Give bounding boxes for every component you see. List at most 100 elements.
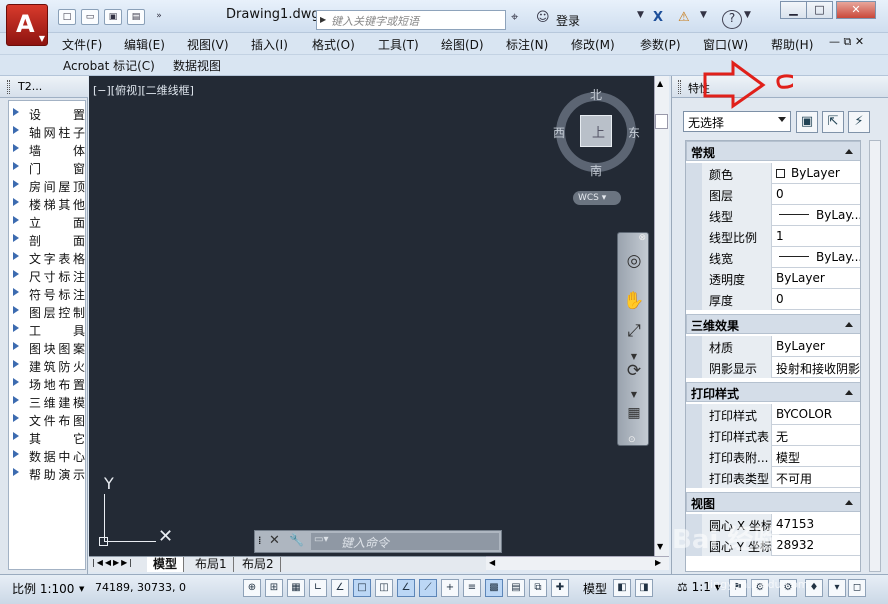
exchange-icon[interactable]: X — [653, 10, 663, 28]
model-space-toggle[interactable]: 模型 — [583, 580, 607, 597]
property-row[interactable]: 透明度 ByLayer — [702, 268, 860, 289]
quick-select-icon[interactable]: ⚡ — [848, 111, 870, 133]
menu-format[interactable]: 格式(O) — [312, 36, 355, 53]
dynamic-ucs-icon[interactable]: ⟋ — [419, 579, 437, 597]
annotation-scale[interactable]: 比例 1:100 — [12, 580, 74, 597]
grid-display-icon[interactable]: ▦ — [287, 579, 305, 597]
vertical-scrollbar[interactable]: ▲ ▼ — [654, 76, 669, 556]
annotation-monitor-icon[interactable]: ✚ — [551, 579, 569, 597]
dynamic-input-icon[interactable]: + — [441, 579, 459, 597]
selection-dropdown[interactable]: 无选择 — [683, 111, 791, 132]
palette-item[interactable]: 帮助演示 — [9, 465, 85, 483]
menu-window[interactable]: 窗口(W) — [703, 36, 748, 53]
scroll-left-icon[interactable]: ◀ — [489, 558, 495, 567]
menu-parametric[interactable]: 参数(P) — [640, 36, 681, 53]
properties-scrollbar[interactable] — [869, 140, 881, 572]
command-input[interactable]: ▭▾ 键入命令 — [311, 533, 499, 550]
menu-tools[interactable]: 工具(T) — [378, 36, 419, 53]
open-icon[interactable]: ▭ — [81, 9, 99, 25]
palette-item[interactable]: 符号标注 — [9, 285, 85, 303]
menu-modify[interactable]: 修改(M) — [571, 36, 615, 53]
property-row[interactable]: 阴影显示 投射和接收阴影 — [702, 357, 860, 378]
showmotion-icon[interactable]: ▦ — [622, 401, 646, 425]
select-objects-icon[interactable]: ⇱ — [822, 111, 844, 133]
palette-item[interactable]: 场地布置 — [9, 375, 85, 393]
minimize-button[interactable]: ▁ — [780, 1, 807, 19]
property-value[interactable]: 投射和接收阴影 — [773, 357, 860, 378]
property-value[interactable]: ByLay... — [773, 205, 860, 226]
palette-header[interactable]: T2... — [0, 76, 88, 98]
scroll-down-icon[interactable]: ▼ — [657, 542, 663, 551]
palette-item[interactable]: 数据中心 — [9, 447, 85, 465]
property-row[interactable]: 线型比例 1 — [702, 226, 860, 247]
quick-view-drawings-icon[interactable]: ◨ — [635, 579, 653, 597]
wcs-menu[interactable]: WCS ▾ — [573, 191, 621, 205]
lock-icon[interactable]: ⚠ — [678, 10, 690, 28]
property-section[interactable]: 常规 — [686, 141, 860, 161]
compass-east[interactable]: 东 — [628, 124, 640, 141]
property-value[interactable]: 1 — [773, 226, 860, 247]
property-value[interactable]: 0 — [773, 184, 860, 205]
grip-icon[interactable] — [678, 80, 681, 94]
property-row[interactable]: 颜色 ByLayer — [702, 163, 860, 184]
palette-item[interactable]: 建筑防火 — [9, 357, 85, 375]
menu-help[interactable]: 帮助(H) — [771, 36, 813, 53]
object-snap-icon[interactable]: □ — [353, 579, 371, 597]
grip-icon[interactable] — [7, 80, 10, 94]
property-value[interactable]: 模型 — [773, 446, 860, 467]
menu-dimension[interactable]: 标注(N) — [506, 36, 548, 53]
recent-commands-icon[interactable]: ▭▾ — [314, 534, 328, 545]
new-icon[interactable]: □ — [58, 9, 76, 25]
menu-file[interactable]: 文件(F) — [62, 36, 102, 53]
palette-item[interactable]: 图层控制 — [9, 303, 85, 321]
property-row[interactable]: 打印样式表无 — [702, 425, 860, 446]
viewcube-top-face[interactable]: 上 — [580, 115, 612, 147]
palette-item[interactable]: 三维建模 — [9, 393, 85, 411]
steering-wheel-icon[interactable]: ◎ — [622, 249, 646, 273]
coordinates-readout[interactable]: 74189, 30733, 0 — [95, 581, 186, 594]
palette-item[interactable]: 墙 体 — [9, 141, 85, 159]
clean-screen-icon[interactable]: ▾ — [828, 579, 846, 597]
property-section[interactable]: 视图 — [686, 492, 860, 512]
property-section[interactable]: 三维效果 — [686, 314, 860, 334]
menu-insert[interactable]: 插入(I) — [251, 36, 288, 53]
palette-item[interactable]: 设 置 — [9, 105, 85, 123]
property-value[interactable]: BYCOLOR — [773, 404, 860, 425]
help-icon[interactable]: ? — [722, 10, 742, 29]
close-button[interactable]: ✕ — [836, 1, 876, 19]
palette-item[interactable]: 轴网柱子 — [9, 123, 85, 141]
property-row[interactable]: 线型 ByLay... — [702, 205, 860, 226]
quick-view-layouts-icon[interactable]: ◧ — [613, 579, 631, 597]
horizontal-scrollbar[interactable]: ◀ ▶ — [486, 556, 669, 570]
menu-draw[interactable]: 绘图(D) — [441, 36, 484, 53]
chevron-down-icon[interactable]: ▼ — [744, 10, 751, 28]
tab-layout1[interactable]: 布局1 — [189, 557, 234, 572]
more-commands-icon[interactable]: » — [150, 9, 168, 25]
grip-icon[interactable]: ⁞ — [258, 534, 262, 547]
maximize-button[interactable]: □ — [806, 1, 833, 19]
polar-tracking-icon[interactable]: ∠ — [331, 579, 349, 597]
save-as-icon[interactable]: ▤ — [127, 9, 145, 25]
zoom-extents-icon[interactable]: ⤢ — [622, 319, 646, 343]
property-value[interactable]: 不可用 — [773, 467, 860, 488]
search-input[interactable]: ▶ 键入关键字或短语 — [316, 10, 506, 30]
binoculars-icon[interactable]: ⌖ — [511, 10, 518, 28]
scroll-right-icon[interactable]: ▶ — [655, 558, 661, 567]
compass-south[interactable]: 南 — [590, 162, 602, 179]
viewport-controls[interactable]: [−][俯视][二维线框] — [93, 82, 194, 98]
property-section[interactable]: 打印样式 — [686, 382, 860, 402]
palette-item[interactable]: 立 面 — [9, 213, 85, 231]
chevron-down-icon[interactable]: ▼ — [637, 10, 644, 28]
doc-window-controls[interactable]: — ⧉ ✕ — [829, 35, 864, 49]
property-value[interactable]: ByLayer — [773, 336, 860, 357]
palette-item[interactable]: 图块图案 — [9, 339, 85, 357]
orbit-icon[interactable]: ⟳ — [622, 359, 646, 383]
close-icon[interactable]: ✕ — [269, 533, 280, 548]
property-row[interactable]: 线宽 ByLay... — [702, 247, 860, 268]
scroll-up-icon[interactable]: ▲ — [657, 79, 663, 88]
property-value[interactable]: ByLayer — [773, 163, 860, 184]
palette-item[interactable]: 工 具 — [9, 321, 85, 339]
property-row[interactable]: 打印样式 BYCOLOR — [702, 404, 860, 425]
property-row[interactable]: 打印表类型 不可用 — [702, 467, 860, 488]
chevron-down-icon[interactable]: ▼ — [700, 10, 707, 28]
